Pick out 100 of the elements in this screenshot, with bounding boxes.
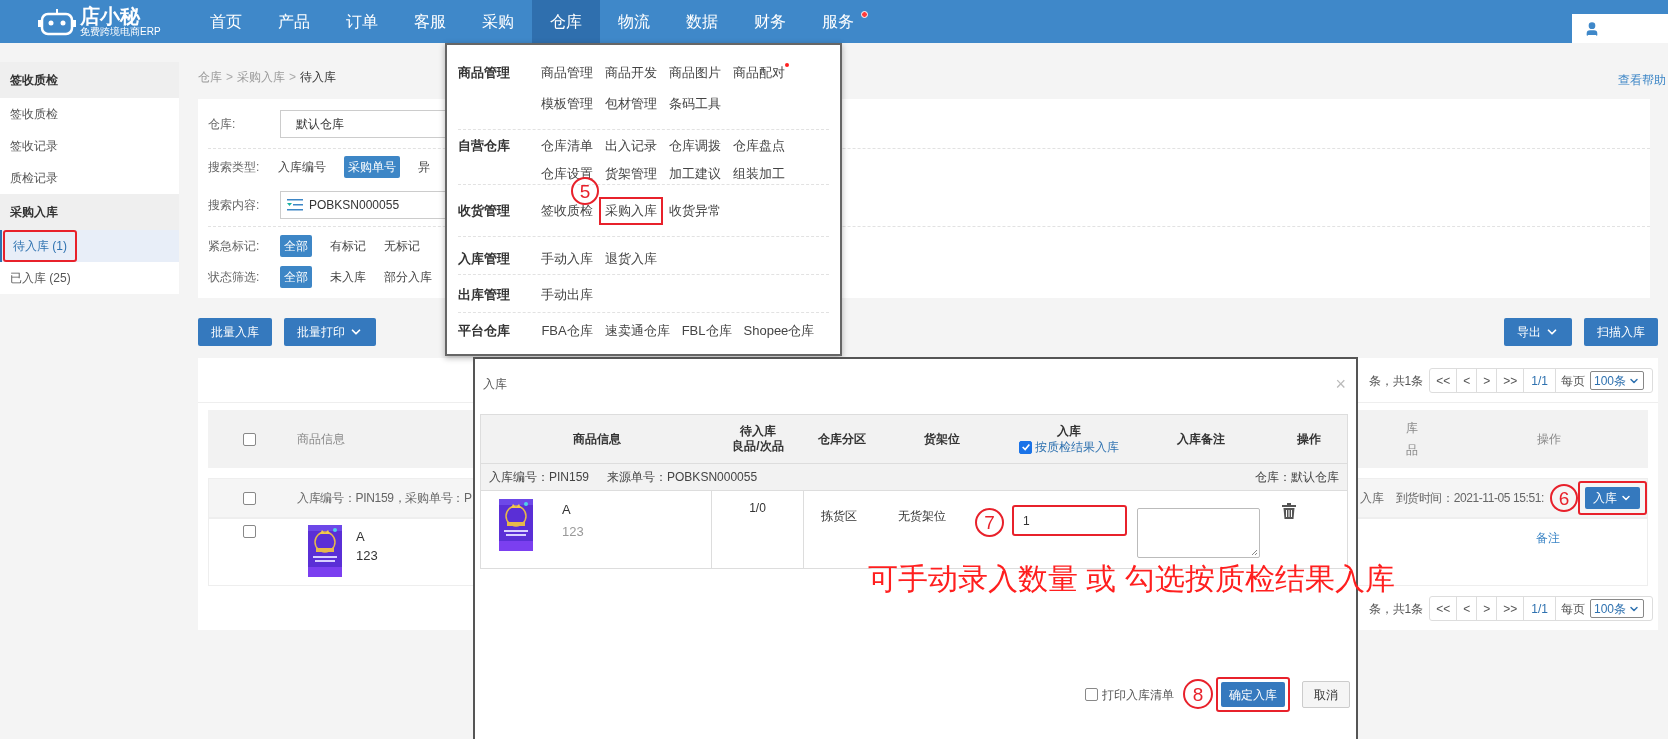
action-button[interactable]: 批量打印	[284, 318, 376, 346]
column-header: 商品信息	[571, 431, 622, 448]
page-button[interactable]: >>	[1497, 597, 1525, 620]
menu-link[interactable]: 商品管理	[535, 59, 600, 87]
page-button[interactable]: >	[1477, 597, 1498, 620]
filter-option[interactable]: 异	[418, 155, 430, 178]
menu-link[interactable]: 商品配对	[727, 59, 792, 87]
action-button[interactable]: 批量入库	[198, 318, 272, 346]
nav-item[interactable]: 财务	[736, 0, 804, 43]
note-field[interactable]	[1137, 508, 1260, 558]
nav-item[interactable]: 物流	[600, 0, 668, 43]
resize-handle-icon[interactable]	[1250, 548, 1258, 556]
sidebar-item[interactable]: 签收质检	[0, 98, 179, 130]
checkbox[interactable]	[1019, 440, 1032, 454]
column-header: 操作	[1296, 431, 1322, 448]
pagination-summary: 条，共1条	[1368, 372, 1424, 390]
menu-link[interactable]: 商品开发	[599, 59, 664, 87]
menu-link[interactable]: 仓库清单	[535, 131, 600, 160]
sidebar-item[interactable]: 已入库 (25)	[0, 262, 179, 294]
menu-link[interactable]: 手动入库	[535, 244, 600, 273]
nav-item[interactable]: 服务	[804, 0, 872, 43]
trash-icon[interactable]	[1282, 503, 1296, 519]
step-number: 6	[1550, 484, 1578, 512]
menu-group-title: 自营仓库	[458, 136, 511, 155]
column-header: 库	[1406, 420, 1418, 437]
column-header: 待入库	[740, 424, 776, 439]
source-number: 来源单号：POBKSN000055	[607, 469, 758, 486]
menu-link[interactable]: FBL仓库	[675, 317, 738, 346]
sidebar-section-title: 签收质检	[0, 62, 179, 98]
menu-link[interactable]: 收货异常	[663, 196, 728, 225]
filter-option[interactable]: 入库编号	[278, 155, 326, 178]
checkbox[interactable]	[1085, 688, 1098, 701]
action-button[interactable]: 导出	[1504, 318, 1572, 346]
menu-group-title: 入库管理	[458, 249, 511, 268]
sidebar-item[interactable]: 待入库 (1)	[0, 230, 179, 262]
page-button[interactable]: <<	[1430, 597, 1458, 620]
per-page-select[interactable]: 100条	[1589, 371, 1644, 390]
sidebar-item[interactable]: 质检记录	[0, 162, 179, 194]
menu-link[interactable]: 商品图片	[663, 59, 728, 87]
nav-item[interactable]: 客服	[396, 0, 464, 43]
pagination-summary: 条，共1条	[1368, 600, 1424, 618]
inbound-button[interactable]: 入库	[1585, 487, 1640, 509]
column-header: 商品信息	[297, 431, 345, 448]
step-number: 8	[1183, 679, 1213, 709]
order-info: 入库编号：PIN159，采购单号：P	[297, 490, 472, 507]
menu-link[interactable]: 模板管理	[535, 90, 600, 118]
sidebar-item[interactable]: 签收记录	[0, 130, 179, 162]
menu-link[interactable]: FBA仓库	[535, 317, 599, 346]
nav-item[interactable]: 首页	[192, 0, 260, 43]
checkbox[interactable]	[243, 432, 256, 446]
page-button[interactable]: >	[1477, 369, 1498, 392]
menu-link[interactable]: 采购入库	[599, 196, 664, 225]
nav-item[interactable]: 仓库	[532, 0, 600, 43]
confirm-button[interactable]: 确定入库	[1221, 682, 1285, 708]
checkbox[interactable]	[243, 491, 256, 505]
menu-link[interactable]: 速卖通仓库	[598, 317, 676, 346]
menu-link[interactable]: 手动出库	[535, 280, 600, 309]
product-code: 123	[356, 547, 378, 565]
page-button[interactable]: >>	[1497, 369, 1525, 392]
column-header: 品	[1406, 442, 1418, 459]
filter-option[interactable]: 部分入库	[384, 266, 432, 288]
menu-link[interactable]: 条码工具	[663, 90, 728, 118]
menu-link[interactable]: 仓库盘点	[727, 131, 792, 160]
filter-option[interactable]: 采购单号	[344, 155, 400, 178]
nav-item[interactable]: 采购	[464, 0, 532, 43]
menu-link[interactable]: 仓库调拨	[663, 131, 728, 160]
nav-item[interactable]: 数据	[668, 0, 736, 43]
filter-option[interactable]: 未入库	[330, 266, 366, 288]
checkbox[interactable]	[243, 525, 256, 538]
page-button[interactable]: <	[1457, 369, 1478, 392]
menu-link[interactable]: 退货入库	[599, 244, 664, 273]
nav-item[interactable]: 产品	[260, 0, 328, 43]
step-number: 7	[975, 508, 1004, 537]
arrival-time: 到货时间：2021-11-05 15:51:	[1395, 490, 1545, 507]
page-button[interactable]: <<	[1430, 369, 1458, 392]
user-menu[interactable]	[1572, 14, 1668, 43]
menu-link[interactable]: 出入记录	[599, 131, 664, 160]
action-button[interactable]: 扫描入库	[1584, 318, 1658, 346]
help-link[interactable]: 查看帮助	[1618, 71, 1666, 89]
cancel-button[interactable]: 取消	[1302, 681, 1350, 708]
filter-option[interactable]: 有标记	[330, 234, 366, 257]
menu-link[interactable]: 包材管理	[599, 90, 664, 118]
logo-text: 店小秘	[80, 6, 142, 26]
filter-option[interactable]: 无标记	[384, 234, 420, 257]
note-link[interactable]: 备注	[1536, 529, 1560, 547]
page-button[interactable]: <	[1457, 597, 1478, 620]
per-page-label: 每页	[1559, 372, 1586, 390]
filter-label: 状态筛选:	[208, 269, 261, 286]
menu-link[interactable]: 加工建议	[663, 159, 728, 188]
menu-link[interactable]: 组装加工	[727, 159, 792, 188]
breadcrumb-item: 待入库	[300, 69, 337, 86]
filter-label: 搜索类型:	[208, 158, 261, 176]
quantity-field[interactable]: 1	[1012, 505, 1127, 536]
filter-label: 紧急标记:	[208, 237, 261, 255]
menu-link[interactable]: Shopee仓库	[737, 317, 821, 346]
filter-option[interactable]: 全部	[280, 234, 312, 257]
filter-option[interactable]: 全部	[280, 266, 312, 288]
per-page-select[interactable]: 100条	[1589, 599, 1644, 618]
nav-item[interactable]: 订单	[328, 0, 396, 43]
menu-link[interactable]: 货架管理	[599, 159, 664, 188]
